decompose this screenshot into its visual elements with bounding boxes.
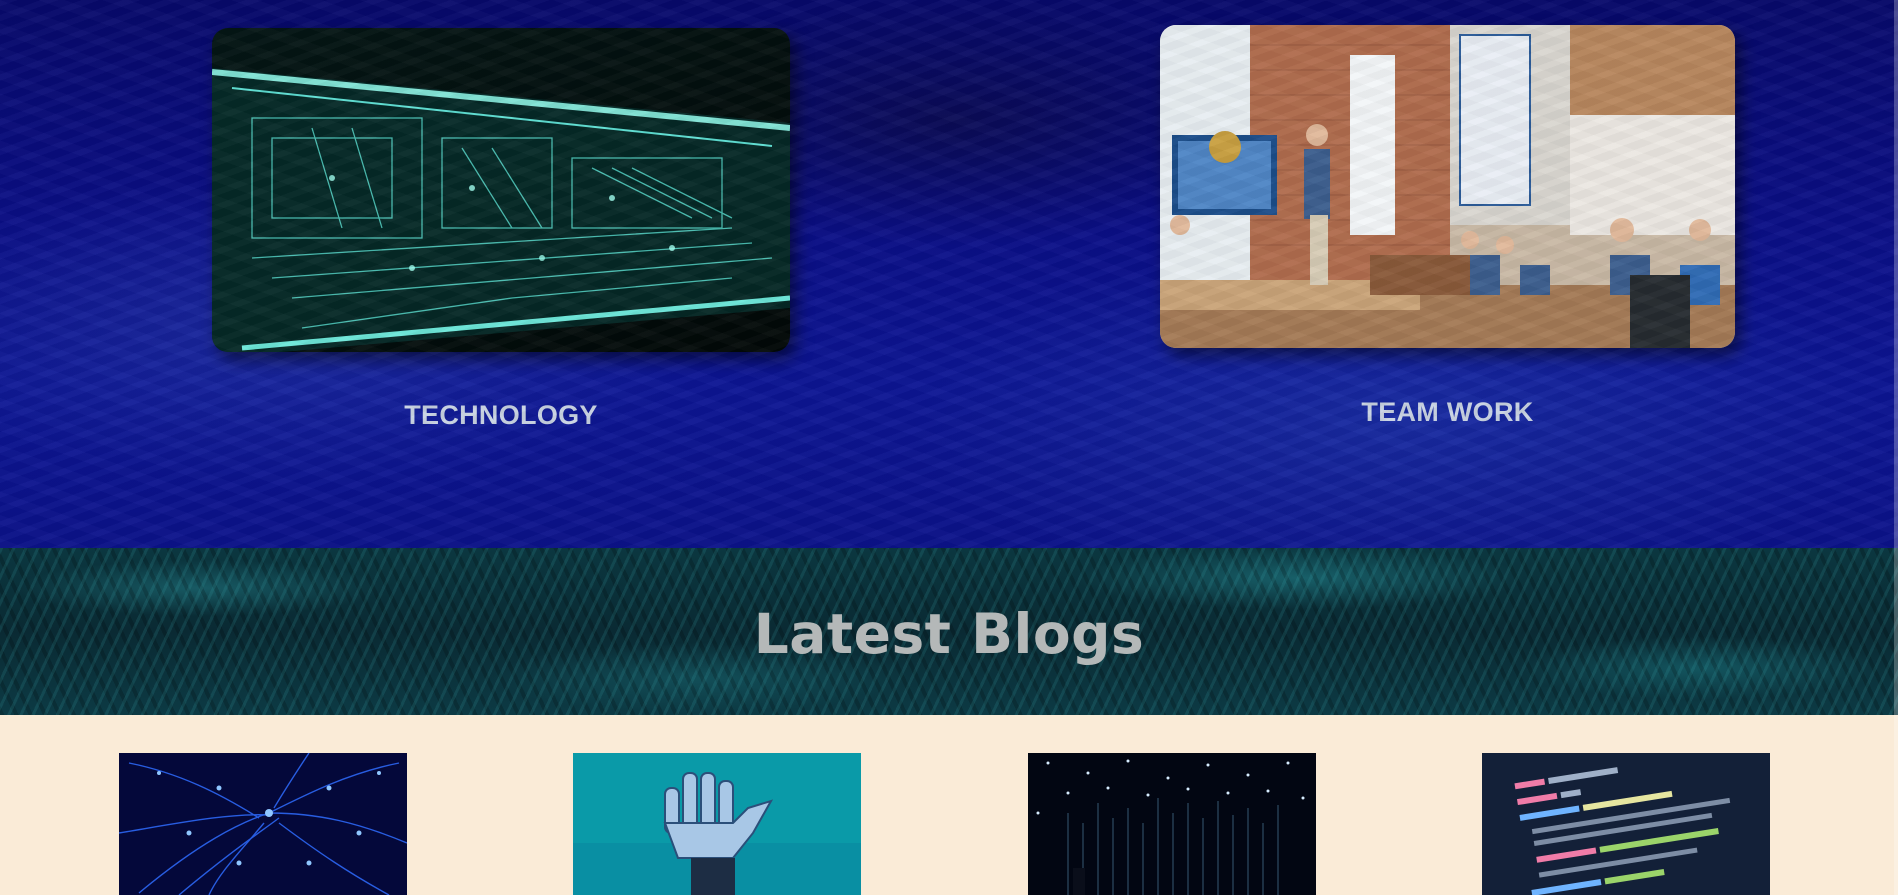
teamwork-title: TEAM WORK xyxy=(1361,397,1534,427)
services-section: TECHNOLOGY TEAM WORK xyxy=(0,0,1898,548)
technology-card-image[interactable] xyxy=(212,28,790,352)
scrollbar[interactable] xyxy=(1894,0,1898,895)
blog-card-4[interactable] xyxy=(1482,753,1770,895)
blog-card-2[interactable] xyxy=(573,753,861,895)
blog-card-3[interactable] xyxy=(1028,753,1316,895)
blog-list xyxy=(0,715,1898,895)
light-particles-image xyxy=(1028,753,1316,895)
circuit-board-image xyxy=(212,28,790,352)
latest-blogs-banner: Latest Blogs xyxy=(0,548,1898,715)
latest-blogs-heading: Latest Blogs xyxy=(753,602,1145,666)
office-presentation-image xyxy=(1160,25,1735,348)
fiber-optic-image xyxy=(119,753,407,895)
technology-title: TECHNOLOGY xyxy=(404,400,598,430)
robot-hand-image xyxy=(573,753,861,895)
blog-card-1[interactable] xyxy=(119,753,407,895)
teamwork-card-image[interactable] xyxy=(1160,25,1735,348)
code-screen-image xyxy=(1482,753,1770,895)
